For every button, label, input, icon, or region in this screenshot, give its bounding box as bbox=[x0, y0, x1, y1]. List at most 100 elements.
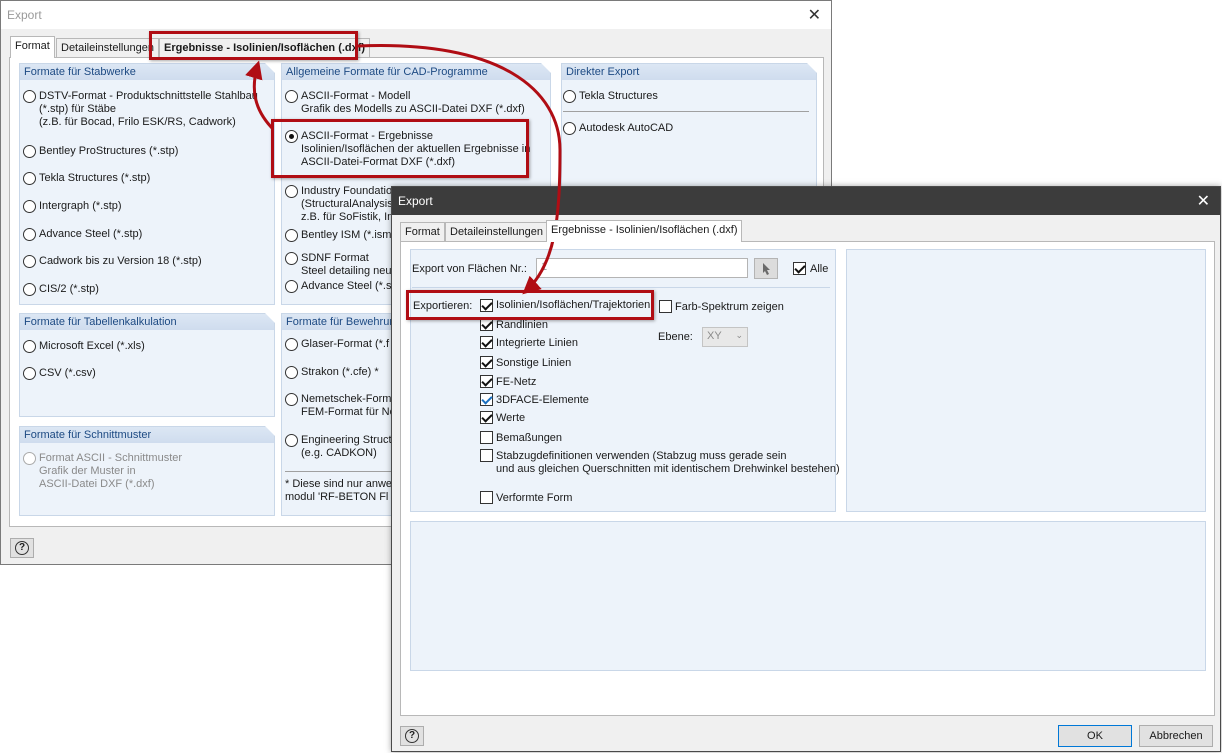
radio-icon[interactable] bbox=[285, 252, 298, 265]
option-excel[interactable]: Microsoft Excel (*.xls) bbox=[23, 340, 145, 353]
radio-icon[interactable] bbox=[23, 145, 36, 158]
option-nemetschek[interactable]: Nemetschek-Forma FEM-Format für Ne bbox=[285, 393, 398, 419]
radio-icon[interactable] bbox=[23, 90, 36, 103]
checkbox-bemassungen[interactable] bbox=[480, 431, 493, 444]
label: Glaser-Format (*.f bbox=[301, 338, 390, 350]
tab-format[interactable]: Format bbox=[10, 36, 55, 58]
exportieren-label: Exportieren: bbox=[413, 300, 473, 312]
checkbox-3dface[interactable] bbox=[480, 393, 493, 406]
radio-icon[interactable] bbox=[285, 229, 298, 242]
label-farb-spektrum: Farb-Spektrum zeigen bbox=[675, 301, 784, 313]
option-cis2[interactable]: CIS/2 (*.stp) bbox=[23, 283, 99, 296]
checkbox-randlinien[interactable] bbox=[480, 318, 493, 331]
radio-icon[interactable] bbox=[285, 90, 298, 103]
label-randlinien: Randlinien bbox=[496, 319, 548, 331]
label-line: und aus gleichen Querschnitten mit ident… bbox=[496, 463, 840, 475]
divider bbox=[563, 111, 809, 112]
label: Microsoft Excel (*.xls) bbox=[39, 340, 145, 352]
group-header: Formate für Stabwerke bbox=[20, 63, 275, 80]
close-icon[interactable]: ✕ bbox=[808, 5, 821, 25]
label: CSV (*.csv) bbox=[39, 367, 96, 379]
label-integrierte-linien: Integrierte Linien bbox=[496, 337, 578, 349]
label: (e.g. CADKON) bbox=[301, 447, 377, 459]
checkbox-werte[interactable] bbox=[480, 411, 493, 424]
radio-icon[interactable] bbox=[285, 393, 298, 406]
ok-button[interactable]: OK bbox=[1058, 725, 1132, 747]
radio-icon[interactable] bbox=[23, 283, 36, 296]
option-bentley-ism[interactable]: Bentley ISM (*.ism bbox=[285, 229, 391, 242]
label: Strakon (*.cfe) * bbox=[301, 366, 379, 378]
checkbox-stabzug[interactable] bbox=[480, 449, 493, 462]
option-intergraph[interactable]: Intergraph (*.stp) bbox=[23, 200, 122, 213]
option-engineering-structures[interactable]: Engineering Structu (e.g. CADKON) bbox=[285, 434, 398, 460]
radio-icon[interactable] bbox=[23, 255, 36, 268]
alle-checkbox[interactable] bbox=[793, 262, 806, 275]
tab-detaileinstellungen[interactable]: Detaileinstellungen bbox=[445, 222, 548, 242]
radio-icon[interactable] bbox=[23, 172, 36, 185]
ebene-select[interactable]: XY ⌄ bbox=[702, 327, 748, 347]
option-sdnf[interactable]: SDNF Format Steel detailing neut bbox=[285, 252, 395, 278]
option-tekla-direct[interactable]: Tekla Structures bbox=[563, 90, 658, 103]
label: Steel detailing neut bbox=[301, 265, 395, 277]
radio-icon[interactable] bbox=[285, 185, 298, 198]
option-autocad[interactable]: Autodesk AutoCAD bbox=[563, 122, 673, 135]
label: Grafik des Modells zu ASCII-Datei DXF (*… bbox=[301, 103, 525, 115]
checkbox-farb-spektrum[interactable] bbox=[659, 300, 672, 313]
radio-icon[interactable] bbox=[23, 228, 36, 241]
footnote-line: * Diese sind nur anwe bbox=[285, 478, 393, 490]
checkbox-isolinien[interactable] bbox=[480, 299, 493, 312]
label-isolinien: Isolinien/Isoflächen/Trajektorien bbox=[496, 299, 651, 311]
label: ASCII-Format - Modell bbox=[301, 90, 411, 102]
label-werte: Werte bbox=[496, 412, 526, 424]
option-ascii-modell[interactable]: ASCII-Format - Modell Grafik des Modells … bbox=[285, 90, 525, 116]
help-button[interactable]: ? bbox=[10, 538, 34, 558]
option-ifc[interactable]: Industry Foundation (StructuralAnalysis z.… bbox=[285, 185, 398, 224]
radio-icon[interactable] bbox=[285, 130, 298, 143]
radio-icon[interactable] bbox=[285, 434, 298, 447]
label: ASCII-Datei-Format DXF (*.dxf) bbox=[301, 156, 456, 168]
tab-format[interactable]: Format bbox=[400, 222, 445, 242]
close-icon[interactable]: ✕ bbox=[1197, 191, 1210, 211]
option-glaser[interactable]: Glaser-Format (*.f bbox=[285, 338, 389, 351]
option-csv[interactable]: CSV (*.csv) bbox=[23, 367, 96, 380]
tab-ergebnisse[interactable]: Ergebnisse - Isolinien/Isoflächen (.dxf) bbox=[159, 38, 371, 58]
option-bentley-prostructures[interactable]: Bentley ProStructures (*.stp) bbox=[23, 145, 178, 158]
radio-icon[interactable] bbox=[23, 200, 36, 213]
pick-button[interactable] bbox=[754, 258, 778, 279]
label: ASCII-Format - Ergebnisse bbox=[301, 130, 434, 142]
tab-ergebnisse[interactable]: Ergebnisse - Isolinien/Isoflächen (.dxf) bbox=[546, 220, 743, 242]
ebene-label: Ebene: bbox=[658, 331, 693, 343]
help-icon: ? bbox=[405, 729, 419, 743]
option-tekla-stp[interactable]: Tekla Structures (*.stp) bbox=[23, 172, 150, 185]
option-dstv[interactable]: DSTV-Format - Produktschnittstelle Stahl… bbox=[23, 90, 258, 129]
info-panel bbox=[410, 521, 1206, 671]
radio-icon[interactable] bbox=[285, 366, 298, 379]
option-ascii-ergebnisse[interactable]: ASCII-Format - Ergebnisse Isolinien/Isofl… bbox=[285, 130, 530, 169]
label: Nemetschek-Forma bbox=[301, 393, 398, 405]
radio-icon[interactable] bbox=[285, 280, 298, 293]
radio-icon[interactable] bbox=[285, 338, 298, 351]
label-verformte-form: Verformte Form bbox=[496, 492, 573, 504]
option-cadwork[interactable]: Cadwork bis zu Version 18 (*.stp) bbox=[23, 255, 202, 268]
label: Autodesk AutoCAD bbox=[579, 122, 674, 134]
option-strakon[interactable]: Strakon (*.cfe) * bbox=[285, 366, 379, 379]
tab-detaileinstellungen[interactable]: Detaileinstellungen bbox=[56, 38, 159, 58]
cancel-button[interactable]: Abbrechen bbox=[1139, 725, 1213, 747]
flaechen-input[interactable]: 1 bbox=[536, 258, 748, 278]
label: ASCII-Datei DXF (*.dxf) bbox=[39, 478, 155, 490]
radio-icon[interactable] bbox=[23, 340, 36, 353]
radio-icon[interactable] bbox=[563, 90, 576, 103]
checkbox-integrierte-linien[interactable] bbox=[480, 336, 493, 349]
checkbox-fe-netz[interactable] bbox=[480, 375, 493, 388]
option-advance-steel-cad[interactable]: Advance Steel (*.s bbox=[285, 280, 392, 293]
label: Engineering Structu bbox=[301, 434, 398, 446]
checkbox-verformte-form[interactable] bbox=[480, 491, 493, 504]
help-button[interactable]: ? bbox=[400, 726, 424, 746]
radio-icon[interactable] bbox=[23, 367, 36, 380]
option-advance-steel-stp[interactable]: Advance Steel (*.stp) bbox=[23, 228, 142, 241]
label: FEM-Format für Ne bbox=[301, 406, 396, 418]
label: Industry Foundation bbox=[301, 185, 399, 197]
footnote: * Diese sind nur anwe modul 'RF-BETON Fl bbox=[285, 478, 392, 504]
checkbox-sonstige-linien[interactable] bbox=[480, 356, 493, 369]
radio-icon[interactable] bbox=[563, 122, 576, 135]
